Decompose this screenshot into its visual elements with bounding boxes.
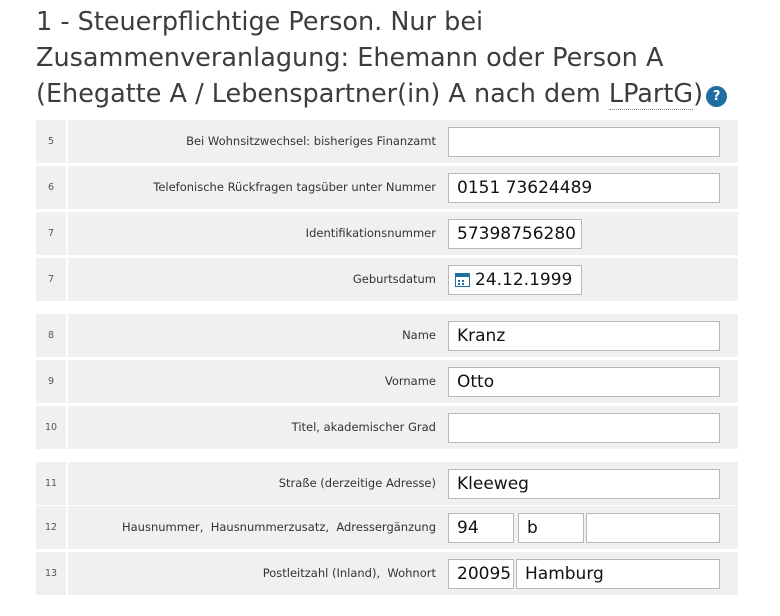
- field-label: Hausnummer, Hausnummerzusatz, Adressergä…: [121, 520, 436, 534]
- academic-title-input[interactable]: [448, 413, 720, 443]
- form-row-phone: 6 Telefonische Rückfragen tagsüber unter…: [36, 166, 738, 209]
- form-row-previous-tax-office: 5 Bei Wohnsitzwechsel: bisheriges Finanz…: [36, 120, 738, 163]
- field-label: Telefonische Rückfragen tagsüber unter N…: [153, 180, 436, 194]
- line-number: 13: [44, 568, 58, 579]
- section-heading-text: 1 - Steuerpflichtige Person. Nur bei Zus…: [36, 7, 664, 109]
- line-number: 11: [44, 478, 58, 489]
- line-number: 8: [47, 330, 55, 341]
- previous-tax-office-input[interactable]: [448, 127, 720, 157]
- line-number: 12: [44, 522, 58, 533]
- birth-date-input[interactable]: 24.12.1999: [448, 265, 582, 295]
- identification-number-input[interactable]: 57398756280: [448, 219, 582, 249]
- form-row-id-number: 7 Identifikationsnummer 57398756280: [36, 212, 738, 255]
- field-label: Bei Wohnsitzwechsel: bisheriges Finanzam…: [186, 134, 436, 148]
- city-input[interactable]: Hamburg: [516, 559, 720, 589]
- field-label: Identifikationsnummer: [305, 226, 436, 240]
- form-row-last-name: 8 Name Kranz: [36, 314, 738, 357]
- field-label: Geburtsdatum: [352, 272, 436, 286]
- section-heading: 1 - Steuerpflichtige Person. Nur bei Zus…: [36, 4, 766, 112]
- form-row-street: 11 Straße (derzeitige Adresse) Kleeweg: [36, 462, 738, 505]
- address-supplement-input[interactable]: [586, 513, 720, 543]
- field-label: Name: [402, 328, 436, 342]
- field-label: Titel, akademischer Grad: [291, 420, 436, 434]
- field-label: Postleitzahl (Inland), Wohnort: [262, 566, 436, 580]
- line-number: 9: [47, 376, 55, 387]
- form-row-first-name: 9 Vorname Otto: [36, 360, 738, 403]
- lpartg-abbreviation: LPartG: [608, 79, 694, 110]
- form-row-birth-date: 7 Geburtsdatum 24.12.1999: [36, 258, 738, 301]
- line-number: 10: [44, 422, 58, 433]
- postal-code-input[interactable]: 20095: [448, 559, 514, 589]
- form-row-house-number: 12 Hausnummer, Hausnummerzusatz, Adresse…: [36, 506, 738, 549]
- line-number: 7: [47, 228, 55, 239]
- first-name-input[interactable]: Otto: [448, 367, 720, 397]
- line-number: 5: [47, 136, 55, 147]
- line-number: 7: [47, 274, 55, 285]
- line-number: 6: [47, 182, 55, 193]
- house-number-input[interactable]: 94: [448, 513, 514, 543]
- street-input[interactable]: Kleeweg: [448, 469, 720, 499]
- help-icon[interactable]: ?: [706, 86, 728, 107]
- phone-input[interactable]: 0151 73624489: [448, 173, 720, 203]
- field-label: Straße (derzeitige Adresse): [278, 476, 436, 490]
- form-row-academic-title: 10 Titel, akademischer Grad: [36, 406, 738, 449]
- last-name-input[interactable]: Kranz: [448, 321, 720, 351]
- field-label: Vorname: [384, 374, 436, 388]
- section-heading-suffix: ): [693, 79, 704, 109]
- calendar-icon[interactable]: [455, 272, 470, 287]
- birth-date-value: 24.12.1999: [475, 270, 573, 290]
- house-number-suffix-input[interactable]: b: [518, 513, 584, 543]
- tax-form-page: 1 - Steuerpflichtige Person. Nur bei Zus…: [0, 0, 780, 616]
- form-row-postal-city: 13 Postleitzahl (Inland), Wohnort 20095 …: [36, 552, 738, 595]
